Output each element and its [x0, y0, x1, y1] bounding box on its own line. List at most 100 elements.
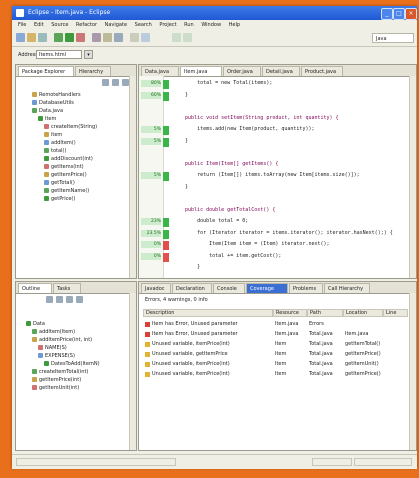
editor-scrollbar[interactable] [409, 76, 416, 278]
address-go-icon[interactable]: ▾ [84, 50, 93, 59]
new-icon[interactable] [16, 33, 25, 42]
tree-item[interactable]: RemoteHandlers [20, 91, 97, 99]
tree-item[interactable]: getPrice() [20, 195, 97, 203]
maximize-icon[interactable]: □ [393, 8, 405, 20]
open-type-icon[interactable] [130, 33, 139, 42]
warning-icon [145, 352, 150, 357]
tree-item[interactable]: addItemPrice(int, int) [20, 336, 100, 344]
hide-nonpublic-icon[interactable] [76, 296, 83, 303]
tree-item[interactable]: getItemUnit(int) [20, 384, 100, 392]
tree-item[interactable]: addItem(Item) [20, 328, 100, 336]
tree-item[interactable]: Item [20, 115, 97, 123]
tab-javadoc[interactable]: Javadoc [141, 283, 171, 293]
tree-item-label: item [51, 132, 63, 138]
tree-item[interactable]: getItemPrice() [20, 171, 97, 179]
tree-item[interactable]: createItemTotal(int) [20, 368, 100, 376]
tab-outline[interactable]: Outline [18, 283, 52, 293]
tree-item[interactable]: EXPENSE(S) [20, 352, 100, 360]
external-tools-icon[interactable] [76, 33, 85, 42]
column-header[interactable]: Resource [273, 309, 307, 317]
debug-icon[interactable] [54, 33, 63, 42]
column-header[interactable]: Line [383, 309, 408, 317]
menu-search[interactable]: Search [135, 20, 152, 30]
tree-item[interactable]: total() [20, 147, 97, 155]
title-bar[interactable]: Eclipse - Item.java - Eclipse _ □ × [12, 6, 417, 20]
table-row[interactable]: Item has Error, Unused parameter Item.jav… [143, 320, 412, 328]
tab-coverage[interactable]: Coverage [246, 283, 288, 293]
tree-item-label: NAME(S) [45, 345, 67, 351]
tree-item[interactable]: createItem(String) [20, 123, 97, 131]
new-class-icon[interactable] [114, 33, 123, 42]
menu-project[interactable]: Project [159, 20, 176, 30]
tree-item[interactable]: getTotal() [20, 179, 97, 187]
tree-item[interactable]: getItemPrice(int) [20, 376, 100, 384]
column-header[interactable]: Description [143, 309, 273, 317]
tree-item[interactable]: NAME(S) [20, 344, 100, 352]
tab-problems[interactable]: Problems [289, 283, 323, 293]
new-package-icon[interactable] [103, 33, 112, 42]
hide-fields-icon[interactable] [56, 296, 63, 303]
menu-window[interactable]: Window [201, 20, 221, 30]
tree-item[interactable]: Data [20, 320, 100, 328]
minimize-icon[interactable]: _ [381, 8, 393, 20]
table-row[interactable]: Unused variable, itemPrice(int) Item Total… [143, 360, 412, 368]
outline-scrollbar[interactable] [129, 293, 136, 450]
table-cell: getItemPrice() [345, 351, 381, 357]
tree-item[interactable]: item [20, 131, 97, 139]
table-row[interactable]: Unused variable, itemPrice(int) Item Total… [143, 370, 412, 378]
tree-item[interactable]: getItems(int) [20, 163, 97, 171]
column-header[interactable]: Path [307, 309, 343, 317]
new-java-project-icon[interactable] [92, 33, 101, 42]
menu-run[interactable]: Run [184, 20, 194, 30]
table-row[interactable]: Item has Error, Unused parameter Item.jav… [143, 330, 412, 338]
problems-scrollbar[interactable] [409, 293, 416, 450]
tree-item-label: Data.java [39, 108, 64, 114]
menu-edit[interactable]: Edit [34, 20, 44, 30]
menu-help[interactable]: Help [229, 20, 240, 30]
save-icon[interactable] [27, 33, 36, 42]
tab-editor-product[interactable]: Product.java [301, 66, 343, 76]
tab-tasks[interactable]: Tasks [53, 283, 81, 293]
tree-item[interactable]: Data.java [20, 107, 97, 115]
menu-source[interactable]: Source [51, 20, 68, 30]
tab-declaration[interactable]: Declaration [172, 283, 212, 293]
print-icon[interactable] [38, 33, 47, 42]
link-editor-icon[interactable] [112, 79, 119, 86]
tree-node-icon [44, 148, 49, 153]
table-row[interactable]: Unused variable, getItemPrice Item Total.j… [143, 350, 412, 358]
tab-hierarchy[interactable]: Hierarchy [75, 66, 111, 76]
tree-item[interactable]: DatabaseUtils [20, 99, 97, 107]
tree-item[interactable]: addItem() [20, 139, 97, 147]
hide-static-icon[interactable] [66, 296, 73, 303]
menu-file[interactable]: File [18, 20, 26, 30]
tab-editor-order[interactable]: Order.java [223, 66, 261, 76]
close-icon[interactable]: × [405, 8, 417, 20]
collapse-all-icon[interactable] [102, 79, 109, 86]
menu-navigate[interactable]: Navigate [105, 20, 127, 30]
back-icon[interactable] [172, 33, 181, 42]
tab-editor-data[interactable]: Data.java [141, 66, 179, 76]
run-icon[interactable] [65, 33, 74, 42]
tree-item[interactable]: DatesToAdd(ItemN) [20, 360, 100, 368]
tab-editor-detail[interactable]: Detail.java [262, 66, 300, 76]
menu-refactor[interactable]: Refactor [76, 20, 97, 30]
table-cell: Total.java [309, 341, 333, 347]
search-icon[interactable] [141, 33, 150, 42]
tree-item[interactable]: addDiscount(int) [20, 155, 97, 163]
tab-call-hierarchy[interactable]: Call Hierarchy [324, 283, 370, 293]
address-input[interactable]: Items.html [36, 50, 82, 59]
tree-node-icon [44, 156, 49, 161]
column-header[interactable]: Location [343, 309, 383, 317]
view-menu-icon[interactable] [122, 79, 129, 86]
java-perspective-button[interactable]: Java [372, 33, 414, 43]
tab-package-explorer[interactable]: Package Explorer [18, 66, 74, 76]
code-line: } [173, 91, 189, 98]
code-area[interactable]: 80% total = new Total(items); 60% } publi… [139, 76, 416, 278]
forward-icon[interactable] [183, 33, 192, 42]
tab-console[interactable]: Console [213, 283, 245, 293]
sort-icon[interactable] [46, 296, 53, 303]
explorer-scrollbar[interactable] [129, 76, 136, 278]
tree-item[interactable]: getItemName() [20, 187, 97, 195]
tab-editor-item[interactable]: Item.java [180, 66, 222, 76]
table-row[interactable]: Unused variable, itemPrice(int) Item Total… [143, 340, 412, 348]
